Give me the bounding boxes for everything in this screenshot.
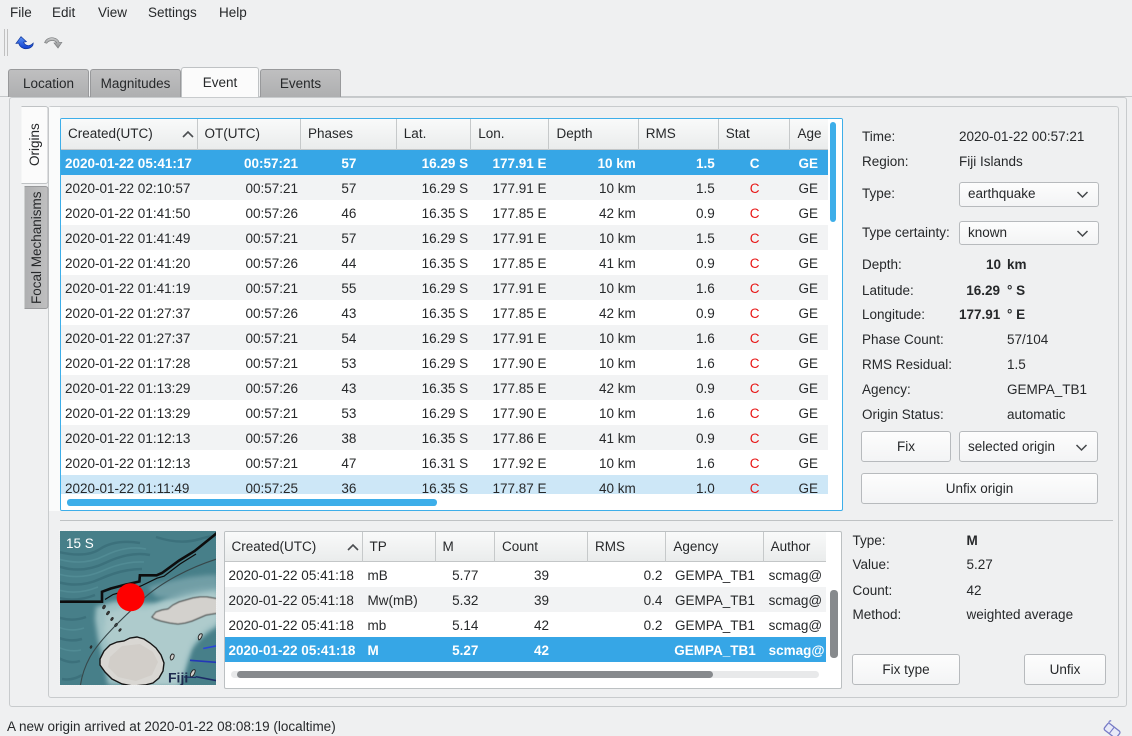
svg-text:15 S: 15 S	[66, 536, 94, 551]
svg-text:Fiji: Fiji	[168, 670, 188, 686]
